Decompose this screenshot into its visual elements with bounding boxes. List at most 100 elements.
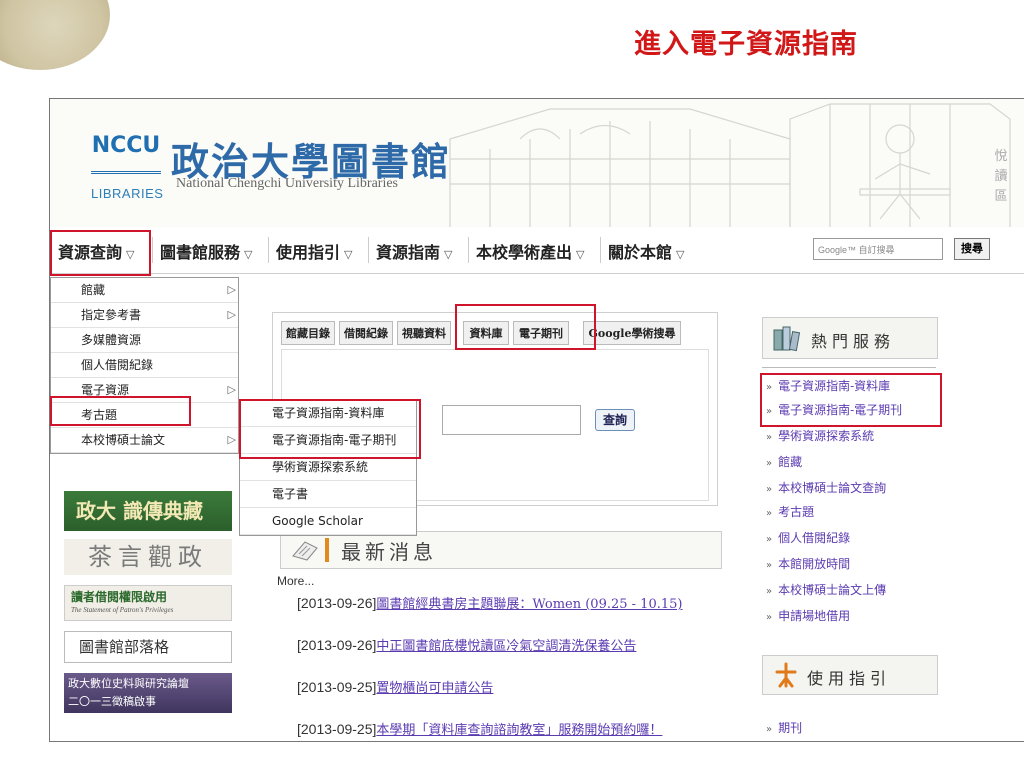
submenu-item-google-scholar[interactable]: Google Scholar xyxy=(240,508,416,535)
dropdown-item-borrow-record[interactable]: 個人借閱紀錄 xyxy=(51,353,238,378)
news-date: [2013-09-25] xyxy=(297,679,377,695)
dropdown-item-theses[interactable]: 本校博碩士論文 ▷ xyxy=(51,428,238,453)
news-date: [2013-09-25] xyxy=(297,721,377,737)
tab-google-scholar[interactable]: Google學術搜尋 xyxy=(583,321,681,345)
news-accent-bar xyxy=(325,538,329,562)
chevron-down-icon: ▽ xyxy=(444,248,453,261)
banner-nccu-collection[interactable]: 政大 識傳典藏 xyxy=(64,491,232,531)
chevron-down-icon: ▽ xyxy=(126,248,135,261)
chevron-down-icon: ▽ xyxy=(244,248,253,261)
nav-divider xyxy=(268,237,269,263)
google-search-button[interactable]: 搜尋 xyxy=(954,238,990,260)
bullet-icon: » xyxy=(766,458,773,469)
hot-service-item[interactable]: » 電子資源指南-電子期刊 xyxy=(766,401,902,418)
hot-service-item[interactable]: » 申請場地借用 xyxy=(766,607,850,624)
nav-item-library-services[interactable]: 圖書館服務 ▽ xyxy=(160,239,252,263)
chevron-down-icon: ▽ xyxy=(344,248,353,261)
banner-library-blog[interactable]: 圖書館部落格 xyxy=(64,631,232,663)
bullet-icon: » xyxy=(766,382,773,393)
nav-item-user-guide[interactable]: 使用指引 ▽ xyxy=(276,239,352,263)
chevron-down-icon: ▽ xyxy=(576,248,585,261)
dropdown-item-reserved-books[interactable]: 指定參考書 ▷ xyxy=(51,303,238,328)
nav-item-label: 關於本館 xyxy=(608,243,673,262)
news-more-link[interactable]: More... xyxy=(277,574,314,588)
chevron-right-icon: ▷ xyxy=(227,283,236,296)
chevron-down-icon: ▽ xyxy=(676,248,685,261)
hot-service-label: 本校博碩士論文查詢 xyxy=(778,481,887,495)
nav-item-about-library[interactable]: 關於本館 ▽ xyxy=(608,239,684,263)
nav-item-label: 圖書館服務 xyxy=(160,243,241,262)
dropdown-item-past-exams[interactable]: 考古題 xyxy=(51,403,238,428)
dropdown-item-collection[interactable]: 館藏 ▷ xyxy=(51,278,238,303)
hot-service-label: 學術資源探索系統 xyxy=(778,429,875,443)
resource-search-dropdown: 館藏 ▷ 指定參考書 ▷ 多媒體資源 個人借閱紀錄 電子資源 ▷ 考古題 本校博碩士論… xyxy=(50,277,239,454)
dropdown-item-e-resources[interactable]: 電子資源 ▷ xyxy=(51,378,238,403)
left-banner-column: 政大 識傳典藏 茶言觀政 讀者借閱權限啟用 The Statement of P… xyxy=(64,487,232,741)
dropdown-item-label: 多媒體資源 xyxy=(81,333,142,347)
banner-patron-privileges[interactable]: 讀者借閱權限啟用 The Statement of Patron's Privi… xyxy=(64,585,232,621)
news-link[interactable]: 圖書館經典書房主題聯展：Women (09.25 - 10.15) xyxy=(376,597,682,612)
bullet-icon: » xyxy=(766,560,773,571)
tab-borrow-record[interactable]: 借閱紀錄 xyxy=(339,321,393,345)
tab-av-materials[interactable]: 視聽資料 xyxy=(397,321,451,345)
slide-title: 進入電子資源指南 xyxy=(634,29,858,60)
nav-item-academic-output[interactable]: 本校學術產出 ▽ xyxy=(476,239,584,263)
library-name-english: National Chengchi University Libraries xyxy=(176,176,398,191)
news-link[interactable]: 中正圖書館底樓悅讀區冷氣空調清洗保養公告 xyxy=(376,639,636,654)
hot-service-label: 本校博碩士論文上傳 xyxy=(778,583,887,597)
hot-service-item[interactable]: » 個人借閱紀錄 xyxy=(766,529,850,546)
guide-item-label: 期刊 xyxy=(778,721,803,735)
news-item: [2013-09-26]中正圖書館底樓悅讀區冷氣空調清洗保養公告 xyxy=(297,635,636,654)
news-section-header: 最新消息 xyxy=(280,531,722,569)
side-vertical-text: 悅讀區 xyxy=(994,149,1008,204)
query-button[interactable]: 查詢 xyxy=(595,409,635,431)
news-date: [2013-09-26] xyxy=(297,595,377,611)
hot-service-item[interactable]: » 電子資源指南-資料庫 xyxy=(766,377,890,394)
submenu-item-ejournal-guide[interactable]: 電子資源指南-電子期刊 xyxy=(240,427,416,454)
bullet-icon: » xyxy=(766,406,773,417)
query-input[interactable] xyxy=(442,405,581,435)
hot-service-item[interactable]: » 館藏 xyxy=(766,453,802,470)
hot-service-item[interactable]: » 本校博碩士論文上傳 xyxy=(766,581,886,598)
google-search-input[interactable]: Google™ 自訂搜尋 xyxy=(813,238,943,260)
submenu-item-discovery-system[interactable]: 學術資源探索系統 xyxy=(240,454,416,481)
bullet-icon: » xyxy=(766,508,773,519)
nav-divider xyxy=(600,237,601,263)
news-title: 最新消息 xyxy=(341,540,437,564)
guide-section-header: 使用指引 xyxy=(762,655,938,695)
submenu-item-ebooks[interactable]: 電子書 xyxy=(240,481,416,508)
banner-digital-forum[interactable]: 政大數位史料與研究論壇 二〇一三徵稿啟事 xyxy=(64,673,232,713)
nav-item-label: 使用指引 xyxy=(276,243,341,262)
hot-service-label: 本館開放時間 xyxy=(778,557,851,571)
tab-e-journals[interactable]: 電子期刊 xyxy=(513,321,569,345)
guide-title: 使用指引 xyxy=(807,669,892,688)
news-date: [2013-09-26] xyxy=(297,637,377,653)
bullet-icon: » xyxy=(766,432,773,443)
dropdown-item-multimedia[interactable]: 多媒體資源 xyxy=(51,328,238,353)
nav-item-resource-guide[interactable]: 資源指南 ▽ xyxy=(376,239,452,263)
hot-service-item[interactable]: » 本校博碩士論文查詢 xyxy=(766,479,886,496)
tab-catalog[interactable]: 館藏目錄 xyxy=(281,321,335,345)
submenu-item-database-guide[interactable]: 電子資源指南-資料庫 xyxy=(240,400,416,427)
guide-item[interactable]: » 期刊 xyxy=(766,719,802,736)
banner-line: 政大數位史料與研究論壇 xyxy=(68,677,189,690)
hot-service-label: 館藏 xyxy=(778,455,803,469)
hot-service-item[interactable]: » 考古題 xyxy=(766,503,814,520)
tab-databases[interactable]: 資料庫 xyxy=(463,321,509,345)
news-item: [2013-09-25]本學期「資料庫查詢諮詢教室」服務開始預約囉！ xyxy=(297,719,662,738)
dropdown-item-label: 考古題 xyxy=(81,408,118,422)
news-link[interactable]: 本學期「資料庫查詢諮詢教室」服務開始預約囉！ xyxy=(376,723,662,738)
nav-divider xyxy=(468,237,469,263)
site-header: NCCU LIBRARIES 政治大學圖書館 National Chengchi… xyxy=(50,99,1024,227)
banner-tea-talk[interactable]: 茶言觀政 xyxy=(64,539,232,575)
nccu-logo-mark[interactable]: NCCU xyxy=(91,131,161,174)
banner-title: 讀者借閱權限啟用 xyxy=(71,590,168,604)
news-link[interactable]: 置物櫃尚可申請公告 xyxy=(376,681,493,696)
hot-service-item[interactable]: » 本館開放時間 xyxy=(766,555,850,572)
hot-service-item[interactable]: » 學術資源探索系統 xyxy=(766,427,874,444)
dropdown-item-label: 館藏 xyxy=(81,283,106,297)
nav-item-resource-search[interactable]: 資源查詢 ▽ xyxy=(58,239,134,263)
hot-service-label: 申請場地借用 xyxy=(778,609,851,623)
hot-service-label: 考古題 xyxy=(778,505,815,519)
e-resources-submenu: 電子資源指南-資料庫 電子資源指南-電子期刊 學術資源探索系統 電子書 Goog… xyxy=(239,399,417,536)
